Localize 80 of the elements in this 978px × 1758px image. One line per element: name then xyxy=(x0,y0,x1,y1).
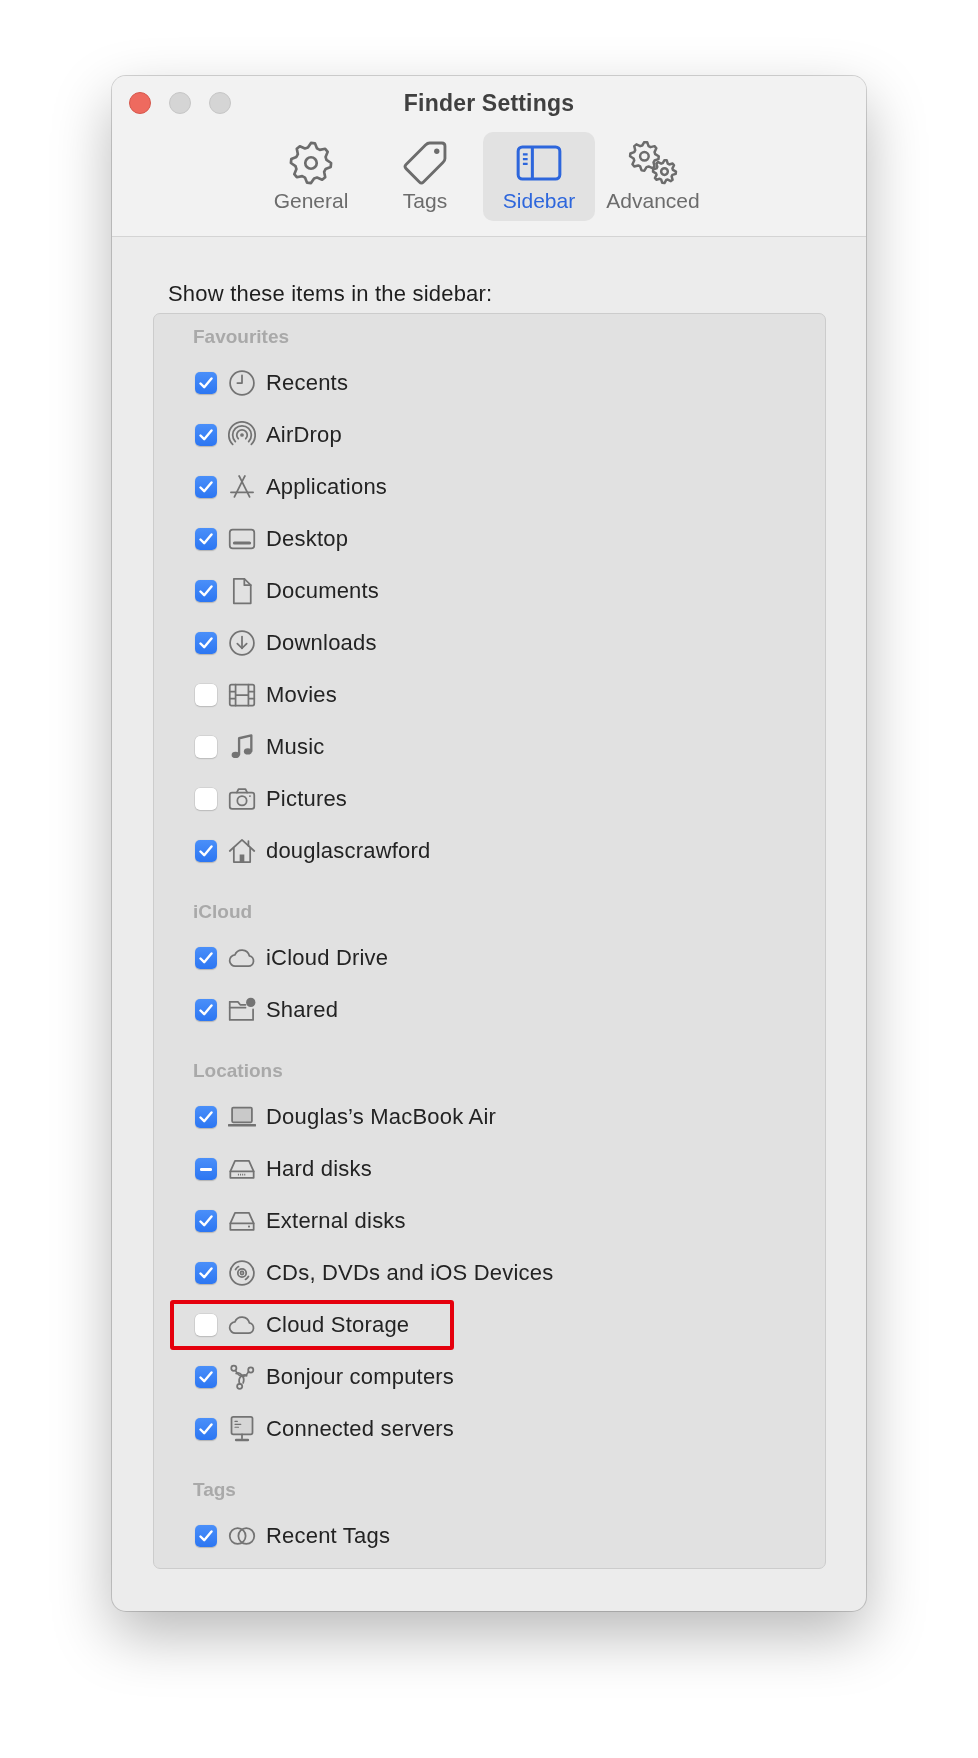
item-label: iCloud Drive xyxy=(266,945,389,971)
download-icon xyxy=(228,629,256,657)
checkbox[interactable] xyxy=(195,1418,217,1440)
checkmark-icon xyxy=(199,637,213,649)
tag-icon xyxy=(403,141,447,185)
checkmark-icon xyxy=(199,585,213,597)
checkmark-icon xyxy=(199,1215,213,1227)
house-icon xyxy=(228,837,256,865)
checkmark-icon xyxy=(199,1267,213,1279)
item-label: External disks xyxy=(266,1208,406,1234)
checkbox[interactable] xyxy=(195,1314,217,1336)
item-label: CDs, DVDs and iOS Devices xyxy=(266,1260,554,1286)
item-label: Shared xyxy=(266,997,339,1023)
checkmark-icon xyxy=(199,429,213,441)
item-label: Desktop xyxy=(266,526,349,552)
checkbox[interactable] xyxy=(195,424,217,446)
item-label: douglascrawford xyxy=(266,838,431,864)
toolbar-tab[interactable]: Tags xyxy=(369,132,481,221)
item-label: Bonjour computers xyxy=(266,1364,455,1390)
checkbox[interactable] xyxy=(195,736,217,758)
section-header: Locations xyxy=(192,1059,284,1083)
checkmark-icon xyxy=(199,1423,213,1435)
toolbar-tab[interactable]: General xyxy=(255,132,367,221)
item-label: Music xyxy=(266,734,325,760)
window-title: Finder Settings xyxy=(403,89,575,117)
section-header: Tags xyxy=(192,1478,237,1502)
checkbox[interactable] xyxy=(195,1366,217,1388)
checkbox[interactable] xyxy=(195,1210,217,1232)
checkbox[interactable] xyxy=(195,999,217,1021)
sidebar-icon xyxy=(516,145,562,181)
film-icon xyxy=(228,681,256,709)
monitor-icon xyxy=(228,1415,256,1443)
prompt-label: Show these items in the sidebar: xyxy=(168,280,494,308)
item-label: Applications xyxy=(266,474,388,500)
shared-folder-icon xyxy=(228,996,256,1024)
section-header: iCloud xyxy=(192,900,254,924)
item-label: Cloud Storage xyxy=(266,1312,410,1338)
checkbox[interactable] xyxy=(195,947,217,969)
gears-icon xyxy=(628,141,678,185)
network-icon xyxy=(228,1363,256,1391)
checkbox[interactable] xyxy=(195,1158,217,1180)
toolbar-tab[interactable]: Sidebar xyxy=(483,132,595,221)
checkmark-icon xyxy=(199,952,213,964)
item-label: Movies xyxy=(266,682,337,708)
checkbox[interactable] xyxy=(195,1525,217,1547)
checkbox[interactable] xyxy=(195,580,217,602)
checkmark-icon xyxy=(199,533,213,545)
item-label: Documents xyxy=(266,578,380,604)
checkbox[interactable] xyxy=(195,632,217,654)
disc-icon xyxy=(228,1259,256,1287)
close-button[interactable] xyxy=(129,92,151,114)
item-label: Connected servers xyxy=(266,1416,455,1442)
gear-icon xyxy=(289,141,333,185)
item-label: Douglas’s MacBook Air xyxy=(266,1104,496,1130)
item-label: Recent Tags xyxy=(266,1523,391,1549)
camera-icon xyxy=(228,785,256,813)
checkbox[interactable] xyxy=(195,684,217,706)
a-glyph-icon xyxy=(228,473,256,501)
checkmark-icon xyxy=(199,1371,213,1383)
checkbox[interactable] xyxy=(195,476,217,498)
checkbox[interactable] xyxy=(195,1262,217,1284)
checkbox[interactable] xyxy=(195,528,217,550)
item-label: Hard disks xyxy=(266,1156,372,1182)
checkmark-icon xyxy=(199,845,213,857)
checkbox[interactable] xyxy=(195,840,217,862)
item-label: AirDrop xyxy=(266,422,342,448)
checkbox[interactable] xyxy=(195,372,217,394)
checkmark-icon xyxy=(199,377,213,389)
item-label: Downloads xyxy=(266,630,377,656)
checkmark-icon xyxy=(199,1530,213,1542)
clock-icon xyxy=(228,369,256,397)
checkmark-icon xyxy=(199,1111,213,1123)
checkmark-icon xyxy=(199,481,213,493)
checkbox[interactable] xyxy=(195,788,217,810)
checkbox[interactable] xyxy=(195,1106,217,1128)
toolbar-tab[interactable]: Advanced xyxy=(597,132,709,221)
item-label: Recents xyxy=(266,370,349,396)
section-header: Favourites xyxy=(192,325,291,349)
checkmark-icon xyxy=(199,1004,213,1016)
item-label: Pictures xyxy=(266,786,348,812)
